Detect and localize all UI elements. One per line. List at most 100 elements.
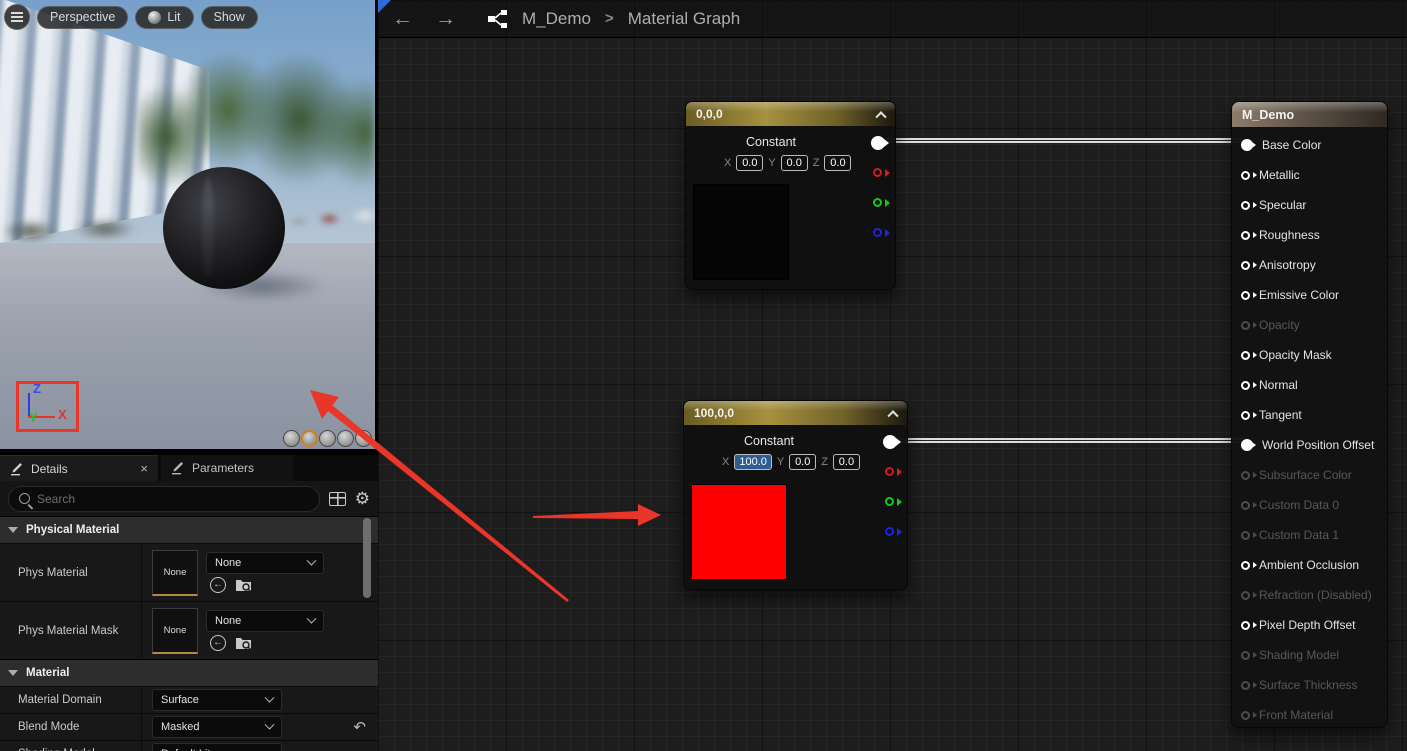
gear-icon[interactable]: ⚙ (355, 490, 370, 507)
use-selected-asset-icon[interactable]: ← (210, 635, 226, 651)
material-pin-pixel-depth-offset[interactable]: Pixel Depth Offset (1232, 610, 1387, 640)
constant-node-000[interactable]: 0,0,0 Constant X 0.0 Y 0.0 Z 0.0 (685, 101, 896, 290)
material-pin-opacity-mask[interactable]: Opacity Mask (1232, 340, 1387, 370)
input-pin-icon[interactable] (1241, 351, 1250, 360)
asset-thumbnail[interactable]: None (152, 608, 198, 654)
input-pin-icon[interactable] (1241, 561, 1250, 570)
phys-material-dropdown[interactable]: None (206, 552, 324, 574)
material-result-node[interactable]: M_Demo Base ColorMetallicSpecularRoughne… (1231, 101, 1388, 728)
shape-custom-button[interactable] (355, 430, 372, 447)
material-pin-emissive-color[interactable]: Emissive Color (1232, 280, 1387, 310)
perspective-button[interactable]: Perspective (37, 6, 128, 29)
input-pin-icon[interactable] (1241, 261, 1250, 270)
viewport-menu-button[interactable] (4, 4, 30, 30)
material-pin-base-color[interactable]: Base Color (1232, 130, 1387, 160)
blend-mode-dropdown[interactable]: Masked (152, 716, 282, 738)
output-pin-red[interactable] (885, 467, 894, 476)
graph-topbar: ← → M_Demo > Material Graph (378, 0, 1407, 38)
material-graph-canvas[interactable]: ← → M_Demo > Material Graph 0,0,0 Consta… (378, 0, 1407, 751)
material-domain-dropdown[interactable]: Surface (152, 689, 282, 711)
output-pin-value[interactable] (871, 136, 885, 150)
material-pin-normal[interactable]: Normal (1232, 370, 1387, 400)
node-header[interactable]: 0,0,0 (686, 102, 895, 126)
collapse-chevron-icon[interactable] (875, 111, 886, 122)
material-pin-ambient-occlusion[interactable]: Ambient Occlusion (1232, 550, 1387, 580)
output-pin-green[interactable] (885, 497, 894, 506)
input-pin-icon[interactable] (1241, 439, 1253, 451)
details-scrollbar[interactable] (363, 518, 371, 598)
input-pin-icon[interactable] (1241, 471, 1250, 480)
y-field[interactable]: 0.0 (789, 454, 816, 470)
input-pin-icon[interactable] (1241, 681, 1250, 690)
browse-to-asset-icon[interactable] (235, 578, 252, 592)
collapse-chevron-icon[interactable] (887, 410, 898, 421)
material-pin-custom-data-0[interactable]: Custom Data 0 (1232, 490, 1387, 520)
output-pin-green[interactable] (873, 198, 882, 207)
material-pin-specular[interactable]: Specular (1232, 190, 1387, 220)
preview-viewport[interactable]: Perspective Lit Show Z Y X (0, 0, 375, 449)
material-pin-world-position-offset[interactable]: World Position Offset (1232, 430, 1387, 460)
material-pin-roughness[interactable]: Roughness (1232, 220, 1387, 250)
output-pin-red[interactable] (873, 168, 882, 177)
reset-to-default-icon[interactable]: ↶ (353, 718, 366, 736)
node-header[interactable]: M_Demo (1232, 102, 1387, 127)
y-field[interactable]: 0.0 (781, 155, 808, 171)
input-pin-icon[interactable] (1241, 591, 1250, 600)
material-pin-subsurface-color[interactable]: Subsurface Color (1232, 460, 1387, 490)
section-physical-material[interactable]: Physical Material (0, 516, 378, 543)
material-pin-refraction-disabled[interactable]: Refraction (Disabled) (1232, 580, 1387, 610)
input-pin-icon[interactable] (1241, 291, 1250, 300)
show-button[interactable]: Show (201, 6, 258, 29)
material-pin-tangent[interactable]: Tangent (1232, 400, 1387, 430)
browse-to-asset-icon[interactable] (235, 636, 252, 650)
phys-material-mask-dropdown[interactable]: None (206, 610, 324, 632)
display-filter-icon[interactable] (329, 492, 346, 506)
x-field[interactable]: 100.0 (734, 454, 772, 470)
back-button[interactable]: ← (392, 8, 413, 29)
output-pin-value[interactable] (883, 435, 897, 449)
input-pin-icon[interactable] (1241, 711, 1250, 720)
material-pin-shading-model[interactable]: Shading Model (1232, 640, 1387, 670)
material-pin-metallic[interactable]: Metallic (1232, 160, 1387, 190)
input-pin-icon[interactable] (1241, 171, 1250, 180)
input-pin-icon[interactable] (1241, 651, 1250, 660)
shading-model-dropdown[interactable]: Default Lit (152, 743, 282, 751)
material-pin-custom-data-1[interactable]: Custom Data 1 (1232, 520, 1387, 550)
tab-parameters[interactable]: Parameters (161, 455, 293, 481)
shape-cylinder-button[interactable] (283, 430, 300, 447)
forward-button[interactable]: → (435, 8, 456, 29)
node-header[interactable]: 100,0,0 (684, 401, 907, 425)
input-pin-icon[interactable] (1241, 501, 1250, 510)
input-pin-icon[interactable] (1241, 231, 1250, 240)
input-pin-icon[interactable] (1241, 321, 1250, 330)
input-pin-icon[interactable] (1241, 531, 1250, 540)
z-label: Z (821, 456, 828, 468)
input-pin-icon[interactable] (1241, 201, 1250, 210)
output-pin-blue[interactable] (885, 527, 894, 536)
search-box[interactable] (8, 486, 320, 512)
z-field[interactable]: 0.0 (824, 155, 851, 171)
x-field[interactable]: 0.0 (736, 155, 763, 171)
material-pin-front-material[interactable]: Front Material (1232, 700, 1387, 730)
tab-details[interactable]: Details × (0, 455, 158, 481)
asset-thumbnail[interactable]: None (152, 550, 198, 596)
input-pin-icon[interactable] (1241, 381, 1250, 390)
shape-cube-button[interactable] (337, 430, 354, 447)
input-pin-icon[interactable] (1241, 411, 1250, 420)
input-pin-icon[interactable] (1241, 139, 1253, 151)
material-pin-anisotropy[interactable]: Anisotropy (1232, 250, 1387, 280)
z-field[interactable]: 0.0 (833, 454, 860, 470)
output-pin-blue[interactable] (873, 228, 882, 237)
use-selected-asset-icon[interactable]: ← (210, 577, 226, 593)
shape-plane-button[interactable] (319, 430, 336, 447)
lit-button[interactable]: Lit (135, 6, 193, 29)
material-pin-surface-thickness[interactable]: Surface Thickness (1232, 670, 1387, 700)
input-pin-icon[interactable] (1241, 621, 1250, 630)
section-material[interactable]: Material (0, 659, 378, 686)
close-icon[interactable]: × (140, 461, 148, 476)
material-pin-opacity[interactable]: Opacity (1232, 310, 1387, 340)
constant-node-10000[interactable]: 100,0,0 Constant X 100.0 Y 0.0 Z 0.0 (683, 400, 908, 590)
search-input[interactable] (37, 492, 309, 506)
shape-sphere-button[interactable] (301, 430, 318, 447)
breadcrumb-root[interactable]: M_Demo (522, 9, 591, 29)
